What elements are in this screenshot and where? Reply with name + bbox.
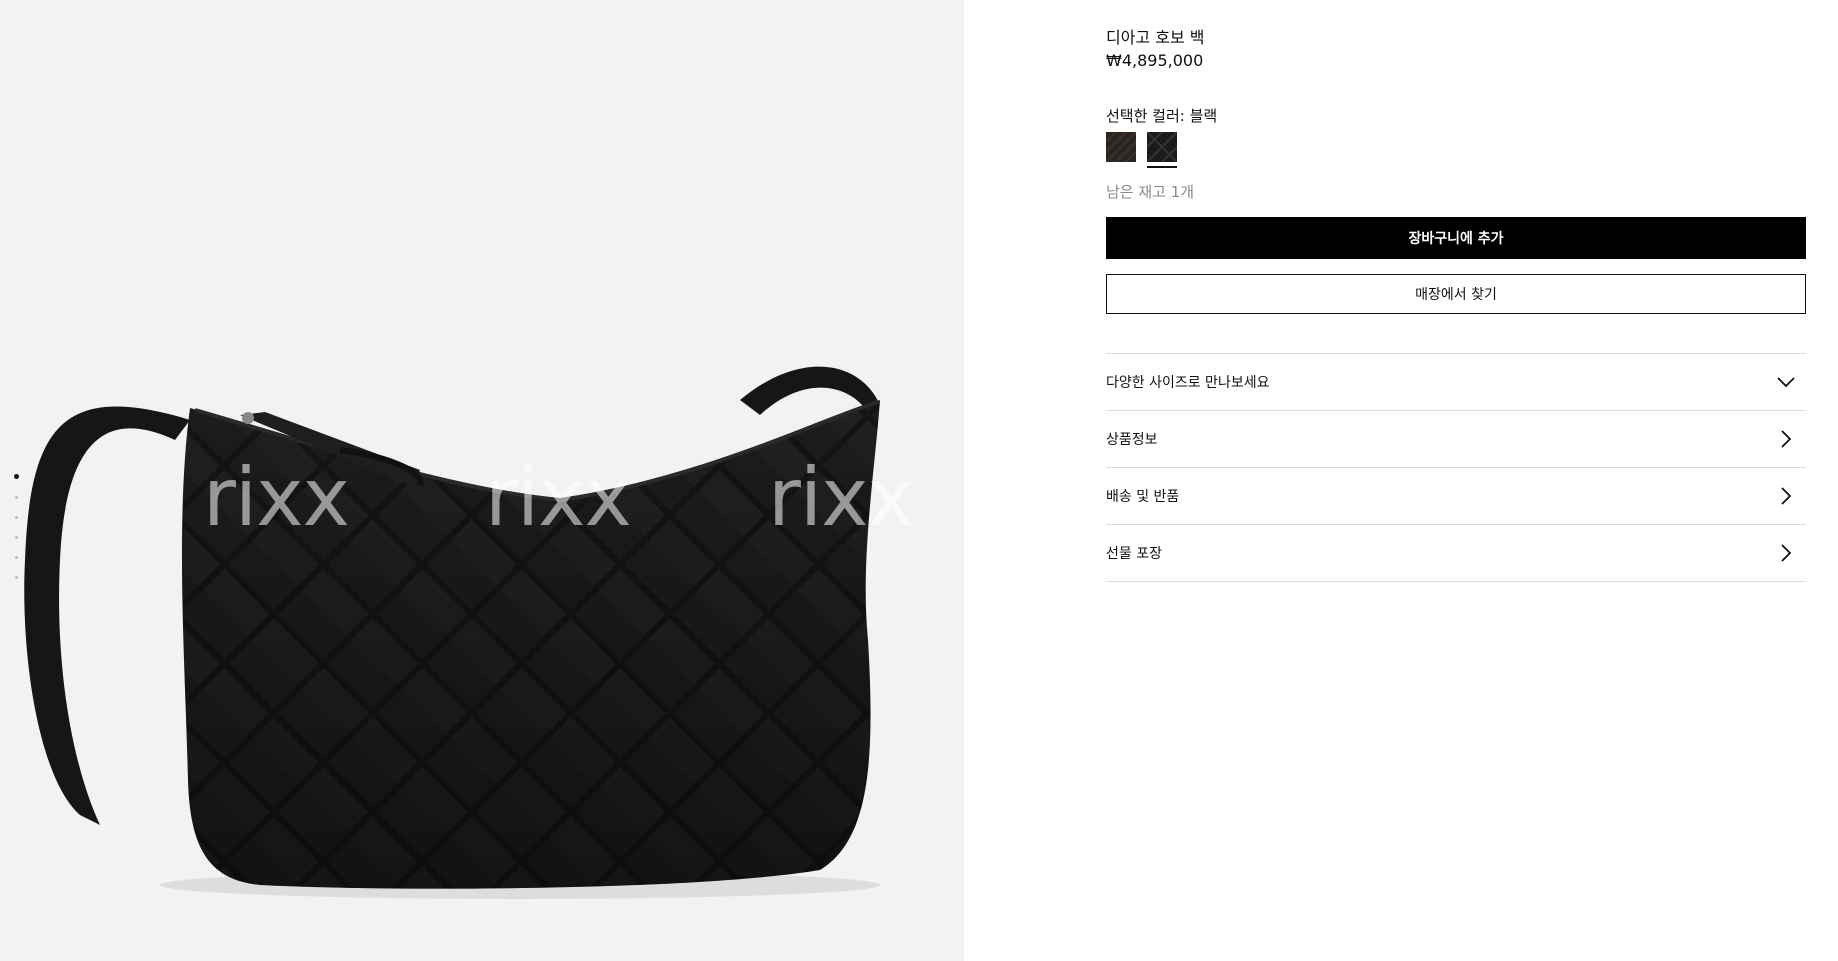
chevron-right-icon (1776, 429, 1796, 449)
selected-color-label: 선택한 컬러: 블랙 (1106, 107, 1218, 125)
accordion-gift-wrap[interactable]: 선물 포장 (1106, 525, 1806, 582)
product-image (24, 366, 880, 899)
pagination-dot[interactable] (15, 496, 18, 499)
product-accordion: 다양한 사이즈로 만나보세요 상품정보 배송 및 반품 선물 포장 (1106, 353, 1806, 582)
chevron-right-icon (1776, 543, 1796, 563)
product-price: ₩4,895,000 (1106, 51, 1204, 70)
gallery-pagination (14, 474, 23, 596)
color-swatches (1106, 132, 1306, 172)
pagination-dot[interactable] (14, 474, 19, 479)
accordion-shipping-returns[interactable]: 배송 및 반품 (1106, 468, 1806, 525)
accordion-sizes[interactable]: 다양한 사이즈로 만나보세요 (1106, 354, 1806, 411)
color-swatch-black[interactable] (1147, 132, 1177, 162)
product-title: 디아고 호보 백 (1106, 28, 1205, 47)
chevron-right-icon (1776, 486, 1796, 506)
pagination-dot[interactable] (15, 516, 18, 519)
accordion-product-info[interactable]: 상품정보 (1106, 411, 1806, 468)
accordion-label: 상품정보 (1106, 432, 1158, 448)
accordion-label: 다양한 사이즈로 만나보세요 (1106, 375, 1270, 391)
pagination-dot[interactable] (15, 536, 18, 539)
pagination-dot[interactable] (15, 556, 18, 559)
add-to-cart-button[interactable]: 장바구니에 추가 (1106, 217, 1806, 259)
chevron-down-icon (1776, 372, 1796, 392)
selected-swatch-indicator (1147, 166, 1177, 168)
pagination-dot[interactable] (15, 576, 18, 579)
stock-status: 남은 재고 1개 (1106, 183, 1195, 201)
swatch-texture-icon (1147, 132, 1177, 162)
product-image-gallery[interactable]: rixx rixx rixx (0, 0, 964, 961)
accordion-label: 선물 포장 (1106, 546, 1162, 562)
swatch-texture-icon (1106, 132, 1136, 162)
find-in-store-button[interactable]: 매장에서 찾기 (1106, 274, 1806, 314)
accordion-label: 배송 및 반품 (1106, 489, 1180, 505)
color-swatch-dark-brown[interactable] (1106, 132, 1136, 162)
